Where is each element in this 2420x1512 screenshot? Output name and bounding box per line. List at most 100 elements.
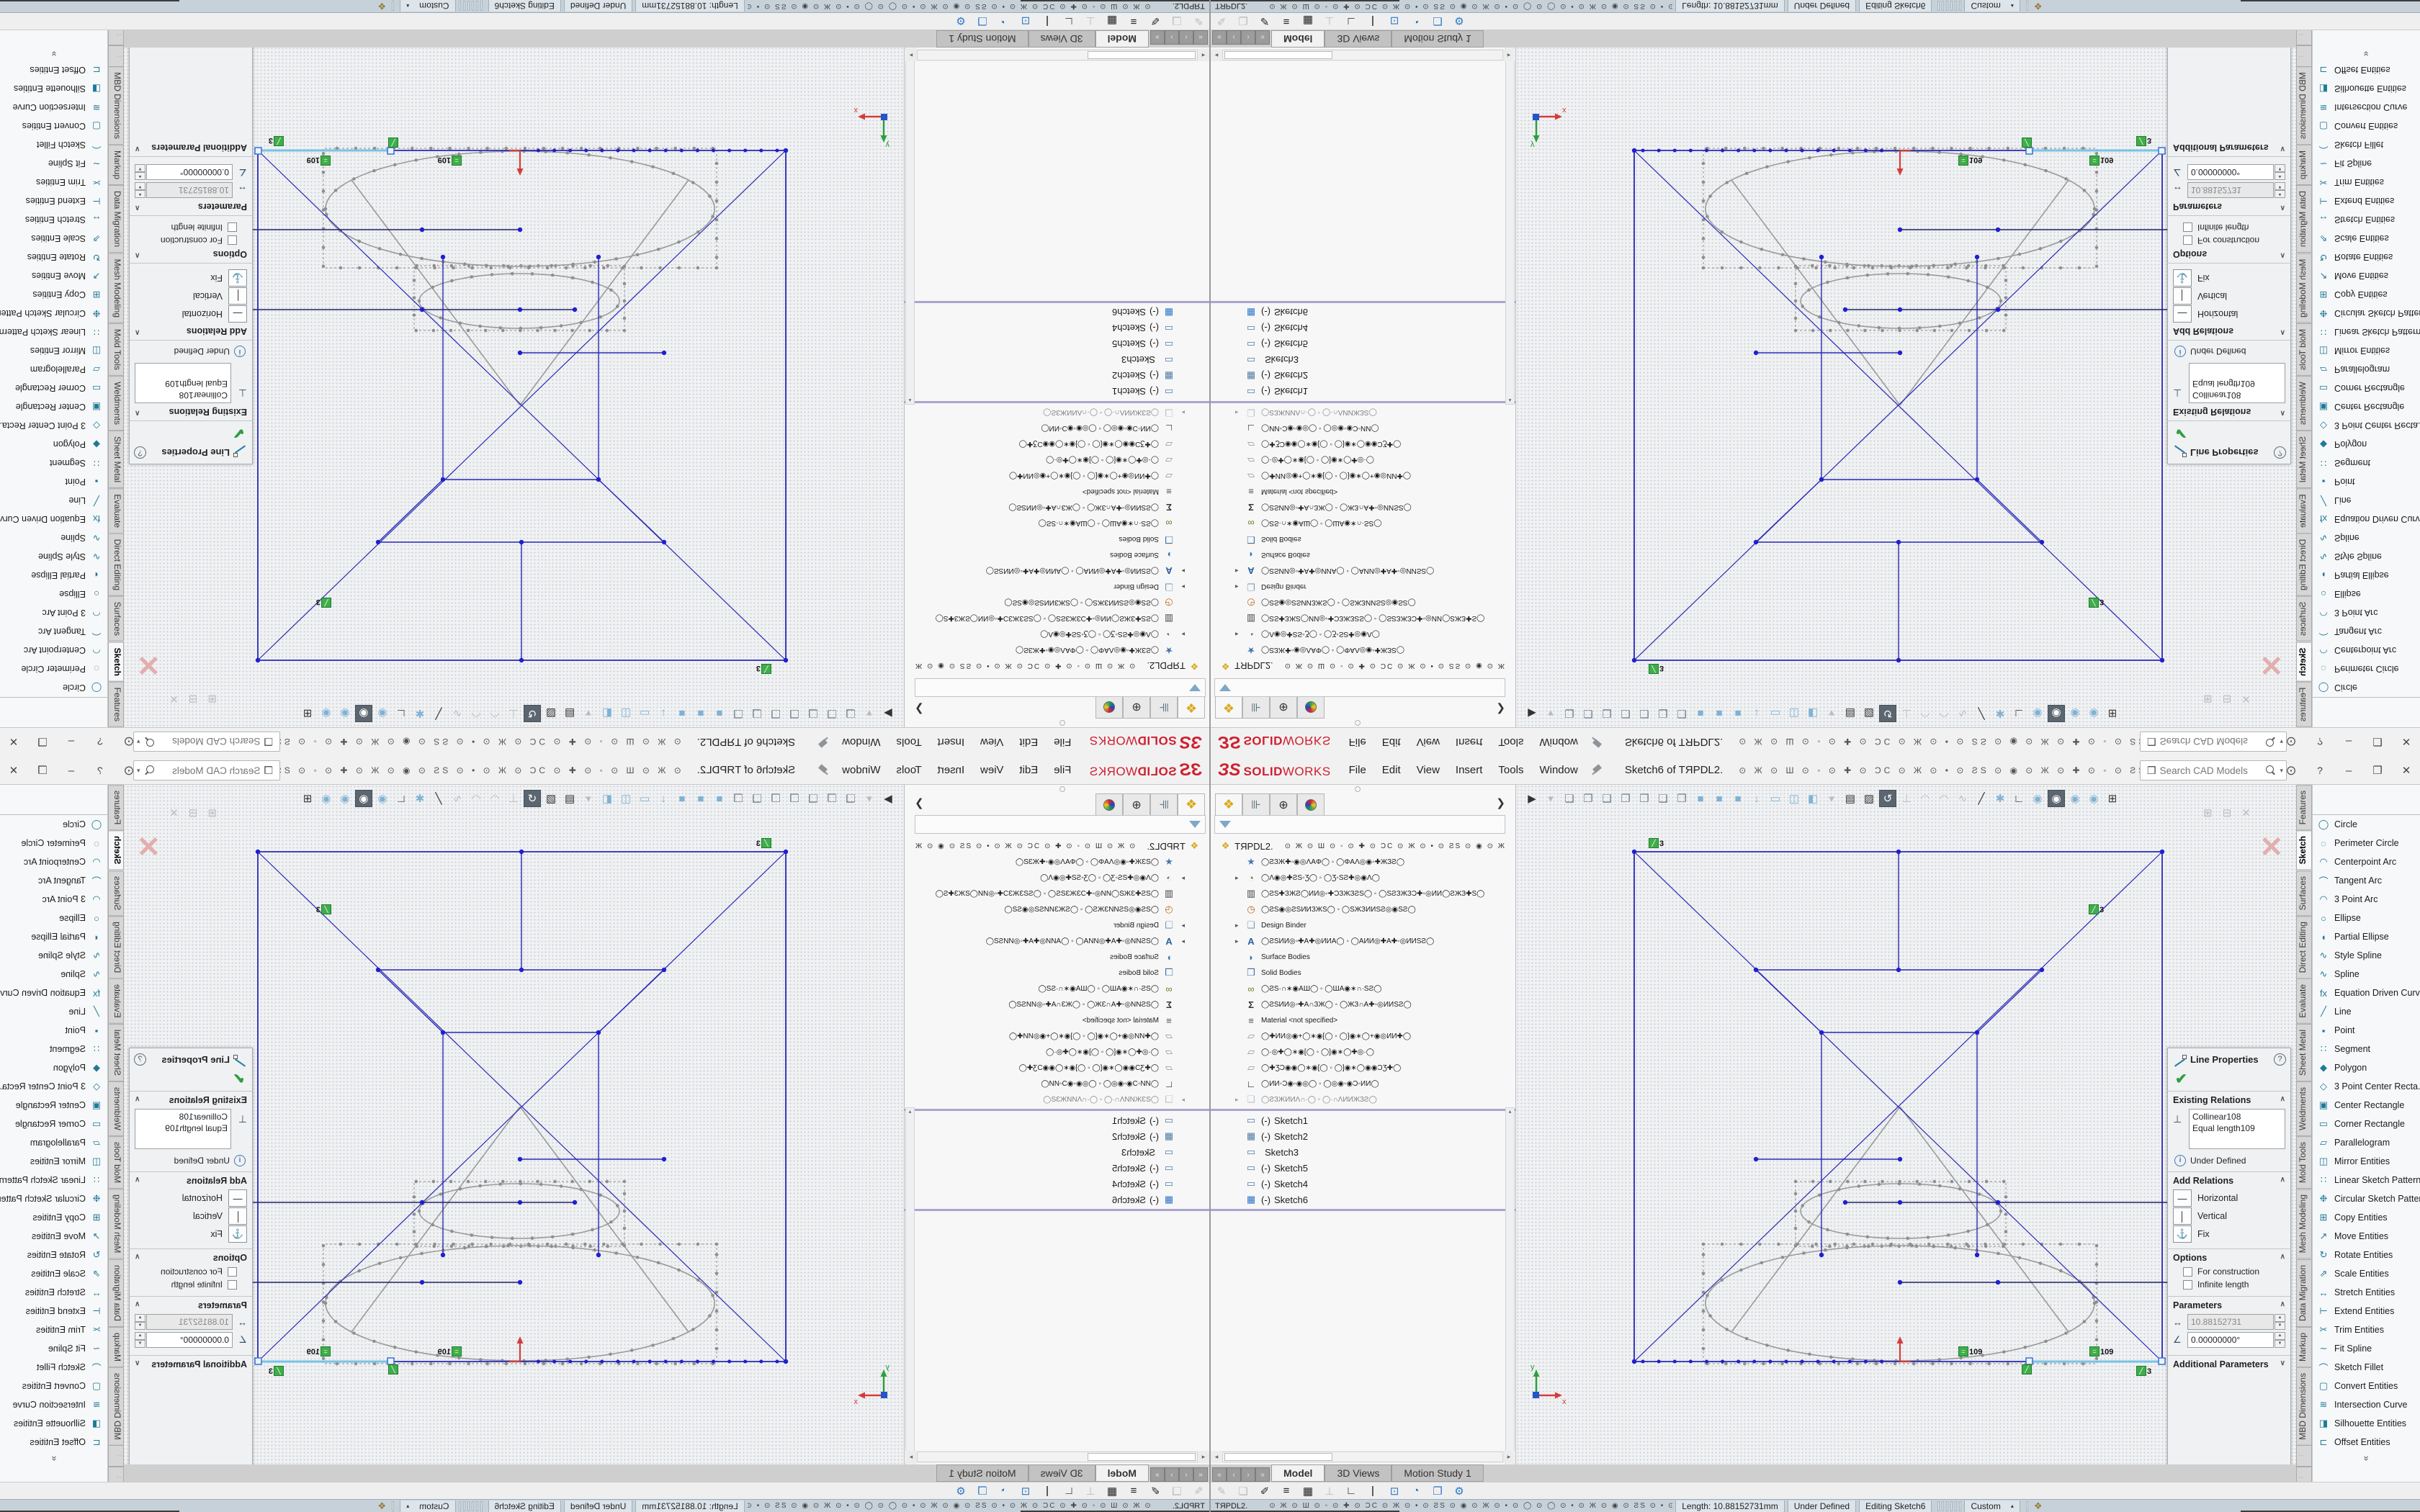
commandmanager-tab[interactable]: Data Migration — [108, 185, 124, 253]
tree-item[interactable]: ▱ ◯·◎✚◯∗◉[◯ ◦ ◯]◉∗◯✚◎·◯ — [914, 1044, 1209, 1060]
expand-arrow-icon[interactable]: ▸ — [1235, 874, 1244, 882]
tool-button[interactable]: ○ Ellipse — [0, 585, 107, 603]
tree-item[interactable]: Σ ◯ƧSИИ◎◦✚A∩ЗЖ◯ ◦ ◯ЖЗ∩A✚◦◎ИИSƧ◯ — [914, 500, 1209, 516]
bottom-tool-icon[interactable]: ⊥ — [1080, 15, 1101, 28]
bottom-tool-icon[interactable]: ✎ — [1188, 1485, 1209, 1498]
view-tool-icon[interactable]: ✱ — [1991, 790, 2009, 807]
tab-nav-button[interactable]: › — [1165, 1467, 1179, 1482]
tool-button[interactable]: ⊞ Copy Entities — [0, 285, 107, 304]
tab-nav-button[interactable]: « — [1212, 1467, 1227, 1482]
view-tool-icon[interactable]: ∟ — [2010, 705, 2027, 722]
tree-splitter[interactable] — [1211, 1109, 1516, 1111]
tab-configurationmanager[interactable]: ⊕ — [1270, 793, 1297, 815]
dimension-label[interactable]: =109 — [1958, 156, 1982, 166]
view-tool-icon[interactable]: ❐ — [823, 705, 841, 722]
unit-system-dropdown[interactable]: Custom▴ — [1964, 1, 2020, 12]
dimension-label[interactable]: =109 — [1958, 1346, 1982, 1356]
document-tab[interactable]: Model — [1271, 30, 1325, 48]
resources-icon[interactable]: ❖ — [2034, 1, 2043, 12]
tool-button[interactable]: ⇗ Scale Entities — [2313, 229, 2420, 248]
commandmanager-tab[interactable]: Mold Tools — [108, 1136, 124, 1189]
commandmanager-tab[interactable]: : — [108, 1445, 124, 1467]
menu-item[interactable]: File — [1046, 728, 1079, 756]
tree-item[interactable]: ▸ ❏ Design Binder — [914, 917, 1209, 933]
dimension-label[interactable]: =109 — [2089, 1346, 2113, 1356]
resources-icon[interactable]: ❖ — [378, 1500, 387, 1512]
commandmanager-tab[interactable]: Surfaces — [108, 596, 124, 642]
tree-item[interactable]: ▥ ◯ƧS✚ЗЖƧ◯ИИ◎◦✚ƆЗЖЗƧS◯ ◦ ◯SƧЗЖЗƆ✚◦◎ИИ◯ƧЖ… — [914, 611, 1209, 626]
view-tool-icon[interactable]: ■ — [711, 705, 728, 722]
ok-button[interactable]: ✔ — [2168, 1070, 2290, 1091]
view-tool-icon[interactable]: ⊞ — [2104, 705, 2121, 722]
commandmanager-tab[interactable]: MBD Dimensions — [2296, 67, 2312, 145]
ghost-window-icon[interactable]: ⊞ — [207, 693, 217, 706]
view-tool-icon[interactable]: ◠ — [1935, 705, 1953, 722]
expand-arrow-icon[interactable]: ▸ — [1235, 937, 1244, 945]
tree-splitter[interactable] — [1211, 401, 1516, 403]
relation-entry[interactable]: Collinear108 — [2192, 1111, 2282, 1122]
tree-sketch-item[interactable]: ▭ (-) Sketch4 — [1211, 320, 1506, 336]
ghost-window-icon[interactable]: ⊞ — [2203, 806, 2213, 819]
tree-item[interactable]: ∞ ◯ƧS·∩∗◉AШ◯ ◦ ◯ШA◉∗∩·SƧ◯ — [914, 516, 1209, 531]
tree-item[interactable]: ❒ Solid Bodies — [1211, 531, 1506, 547]
more-tools-icon[interactable]: » — [2362, 48, 2372, 60]
document-tab[interactable]: Motion Study 1 — [936, 1464, 1028, 1482]
exit-sketch-icon[interactable]: ✕ — [2259, 831, 2284, 864]
tab-configurationmanager[interactable]: ⊕ — [1123, 793, 1150, 815]
menu-item[interactable]: Insert — [930, 728, 973, 756]
tree-item[interactable]: Σ ◯ƧSИИ◎◦✚A∩ЗЖ◯ ◦ ◯ЖЗ∩A✚◦◎ИИSƧ◯ — [1211, 500, 1506, 516]
commandmanager-tab[interactable]: Markup — [108, 1327, 124, 1367]
view-tool-icon[interactable]: ❑ — [748, 790, 766, 807]
scroll-right-icon[interactable]: ▸ — [905, 1453, 917, 1461]
view-tool-icon[interactable]: ◧ — [599, 790, 616, 807]
tree-item[interactable]: ▱ ◯✚ИИ◎◉+◯∗◉[◯ ◦ ◯]◉∗◯+◉◎ИИ✚◯ — [1211, 1028, 1506, 1044]
view-tool-icon[interactable]: ✱ — [1991, 705, 2009, 722]
tree-item[interactable]: ▱ ◯✚ИИ◎◉+◯∗◉[◯ ◦ ◯]◉∗◯+◉◎ИИ✚◯ — [1211, 468, 1506, 484]
tab-nav-button[interactable]: › — [1241, 30, 1255, 45]
tool-button[interactable]: ∷ Segment — [2313, 454, 2420, 472]
tab-displaymanager[interactable] — [1095, 793, 1123, 815]
tree-item[interactable]: ★ ◯ƧЗЖ✚◦◉◎ΛAΦ◯ ◦ ◯ΦAΛ◎◉◦✚ЖЗƧ◯ — [1211, 854, 1506, 870]
tree-item[interactable]: ▸ ❏ Design Binder — [1211, 917, 1506, 933]
commandmanager-tab[interactable]: Features — [108, 785, 124, 830]
view-tool-icon[interactable]: ◫ — [617, 790, 635, 807]
panel-help-icon[interactable]: ? — [134, 447, 146, 459]
section-header[interactable]: Options — [213, 1253, 247, 1263]
section-header[interactable]: Existing Relations — [169, 407, 247, 417]
panel-grip[interactable] — [1355, 786, 1361, 792]
tree-vertical-scrollbar[interactable]: ▴ — [905, 1107, 915, 1467]
tool-button[interactable]: ◯ Circle — [0, 678, 107, 697]
view-tool-icon[interactable]: ◫ — [1785, 790, 1803, 807]
tool-button[interactable]: ▪ Point — [2313, 1021, 2420, 1040]
view-tool-icon[interactable]: ▶ — [879, 790, 897, 807]
tab-featuremanager[interactable]: ❖ — [1178, 793, 1205, 815]
menu-item[interactable]: Edit — [1374, 728, 1409, 756]
collapse-icon[interactable]: ∧ — [135, 1253, 140, 1263]
tab-configurationmanager[interactable]: ⊕ — [1123, 697, 1150, 719]
tree-sketch-item[interactable]: ▭ (-) Sketch4 — [1211, 1176, 1506, 1192]
ok-button[interactable]: ✔ — [2168, 421, 2290, 442]
document-tab[interactable]: 3D Views — [1028, 30, 1095, 48]
infinite-length-checkbox[interactable] — [228, 1280, 237, 1290]
view-tool-icon[interactable]: ⊥ — [1898, 705, 1915, 722]
tool-button[interactable]: ↔ Stretch Entities — [0, 1283, 107, 1302]
view-tool-icon[interactable]: ▨ — [542, 790, 560, 807]
tool-button[interactable]: ◨ Silhouette Entities — [2313, 1414, 2420, 1433]
commandmanager-tab[interactable]: Sheet Metal — [108, 431, 124, 488]
view-tool-icon[interactable]: ■ — [1692, 790, 1709, 807]
resources-icon[interactable]: ❖ — [2034, 1500, 2043, 1512]
commandmanager-tab[interactable]: Mesh Modeling — [108, 253, 124, 323]
relations-list[interactable]: Collinear108Equal length109 — [135, 363, 231, 403]
angle-field[interactable]: 0.00000000° — [2187, 164, 2274, 180]
help-icon[interactable]: ? — [2305, 736, 2334, 747]
view-tool-icon[interactable]: ↺ — [524, 790, 541, 807]
restore-button[interactable]: ❐ — [2363, 764, 2392, 777]
tool-button[interactable]: ◆ Polygon — [0, 435, 107, 454]
ghost-window-icon[interactable]: ✕ — [2241, 806, 2251, 819]
collapse-icon[interactable]: ∧ — [2280, 1095, 2285, 1105]
relation-badge[interactable]: ╱3 — [269, 136, 284, 146]
expand-arrow-icon[interactable]: ▸ — [1235, 567, 1244, 575]
bottom-tool-icon[interactable]: ◔ — [1405, 15, 1427, 27]
dimension-label[interactable]: =109 — [438, 156, 462, 166]
tool-button[interactable]: ⇗ Scale Entities — [0, 229, 107, 248]
